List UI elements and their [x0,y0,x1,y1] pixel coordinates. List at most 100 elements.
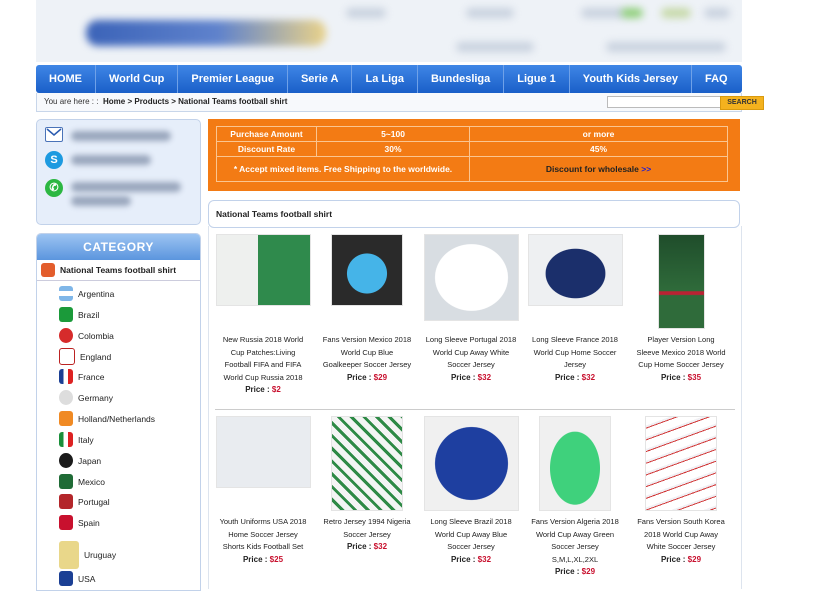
product-title-line: Fans Version Mexico 2018 [322,335,412,344]
price-value: $29 [687,554,702,564]
product-card[interactable]: Fans Version South Korea 2018 World Cup A… [629,416,733,566]
flag-icon [59,474,73,489]
mail-icon[interactable] [45,127,63,142]
product-price: Price : $32 [419,554,523,566]
product-title-line: Player Version Long [647,335,715,344]
product-title-line: Youth Uniforms USA 2018 [219,517,307,526]
main-navigation: HOME World Cup Premier League Serie A La Lig… [36,65,742,93]
product-card[interactable]: Long Sleeve France 2018 World Cup Home So… [523,234,627,384]
product-image[interactable] [657,234,705,329]
product-grid: New Russia 2018 World Cup Patches:Living F… [208,226,742,589]
category-item-label: Colombia [78,330,114,341]
category-item[interactable]: Argentina [59,286,114,301]
category-item[interactable]: England [59,348,111,365]
wholesale-link[interactable]: Discount for wholesale >> [469,156,728,182]
product-title[interactable]: Fans Version Algeria 2018 World Cup Away … [523,516,627,566]
nav-item-5[interactable]: Bundesliga [418,65,505,93]
category-item[interactable]: Mexico [59,474,105,489]
category-item-label: Brazil [78,309,100,320]
category-item[interactable]: Uruguay [59,541,116,569]
price-value: $29 [373,372,388,382]
product-image[interactable] [331,416,403,511]
product-title[interactable]: Long Sleeve France 2018 World Cup Home So… [523,334,627,372]
product-title[interactable]: Retro Jersey 1994 Nigeria Soccer Jersey [315,516,419,541]
product-image[interactable] [527,234,623,306]
category-item[interactable]: Brazil [59,307,99,322]
product-card[interactable]: Youth Uniforms USA 2018 Home Soccer Jerse… [211,416,315,566]
product-card[interactable]: New Russia 2018 World Cup Patches:Living F… [211,234,315,396]
product-card[interactable]: Long Sleeve Portugal 2018 World Cup Away … [419,234,523,384]
product-price: Price : $25 [211,554,315,566]
product-title-line: Shorts Kids Football Set [222,542,304,552]
breadcrumb-home-link[interactable]: Home [103,97,125,106]
search-input[interactable] [607,96,721,108]
breadcrumb: Home > Products > National Teams footbal… [103,97,287,106]
product-image[interactable] [423,234,519,321]
category-item[interactable]: Holland/Netherlands [59,411,155,426]
product-title[interactable]: Long Sleeve Portugal 2018 World Cup Away … [419,334,523,372]
site-logo[interactable] [86,20,326,46]
search-button[interactable]: SEARCH [720,96,764,110]
product-price: Price : $29 [523,566,627,578]
nav-item-6[interactable]: Ligue 1 [504,65,570,93]
whatsapp-icon[interactable]: ✆ [45,179,63,197]
nav-item-4[interactable]: La Liga [352,65,418,93]
product-title[interactable]: New Russia 2018 World Cup Patches:Living F… [211,334,315,384]
product-card[interactable]: Retro Jersey 1994 Nigeria Soccer Jersey Pr… [315,416,419,553]
product-title[interactable]: Fans Version Mexico 2018 World Cup Blue Go… [315,334,419,372]
price-value: $32 [373,542,388,552]
nav-item-2[interactable]: Premier League [178,65,288,93]
breadcrumb-separator: > [125,97,135,106]
product-title-line: Cup Home Soccer Jersey [638,360,724,370]
breadcrumb-bar: You are here : : Home > Products > Natio… [36,93,764,112]
product-title-line: Football FIFA and FIFA [224,360,302,370]
price-label: Price : [660,554,686,564]
category-item[interactable]: Colombia [59,328,114,343]
product-card[interactable]: Long Sleeve Brazil 2018 World Cup Away Bl… [419,416,523,566]
product-title[interactable]: Long Sleeve Brazil 2018 World Cup Away Bl… [419,516,523,554]
category-item[interactable]: Japan [59,453,101,468]
product-card[interactable]: Fans Version Algeria 2018 World Cup Away … [523,416,627,578]
product-image[interactable] [645,416,717,511]
category-section-label: National Teams football shirt [60,265,177,275]
product-title[interactable]: Fans Version South Korea 2018 World Cup A… [629,516,733,554]
category-section-link[interactable]: National Teams football shirt [37,260,200,281]
price-value: $29 [581,567,596,577]
nav-item-8[interactable]: FAQ [692,65,741,93]
category-item-label: Portugal [78,496,110,507]
category-item[interactable]: USA [59,571,95,586]
nav-item-0[interactable]: HOME [36,65,96,93]
price-label: Price : [450,372,476,382]
nav-item-3[interactable]: Serie A [288,65,353,93]
product-title[interactable]: Youth Uniforms USA 2018 Home Soccer Jerse… [211,516,315,554]
product-image[interactable] [215,234,311,306]
product-image[interactable] [423,416,519,511]
category-item-label: USA [78,573,96,584]
flag-icon [59,541,79,569]
product-title-line: Cup Patches:Living [230,347,296,357]
product-title-line: New Russia 2018 World [222,335,304,344]
product-card[interactable]: Fans Version Mexico 2018 World Cup Blue Go… [315,234,419,384]
category-item[interactable]: Portugal [59,494,110,509]
category-item[interactable]: Spain [59,515,100,530]
product-card[interactable]: Player Version Long Sleeve Mexico 2018 Wo… [629,234,733,384]
product-price: Price : $29 [629,554,733,566]
product-image[interactable] [331,234,403,306]
product-image[interactable] [215,416,311,488]
category-item[interactable]: Italy [59,432,94,447]
product-title-line: Jersey [563,360,587,370]
product-title-line: Long Sleeve Brazil 2018 [430,517,512,526]
product-title[interactable]: Player Version Long Sleeve Mexico 2018 Wo… [629,334,733,372]
nav-item-7[interactable]: Youth Kids Jersey [570,65,692,93]
flag-icon [59,515,73,530]
purchase-amount-tier1: 5~100 [316,126,470,142]
product-title-line: Soccer Jersey [447,542,495,552]
category-item[interactable]: France [59,369,104,384]
discount-rate-tier1: 30% [316,141,470,157]
price-label: Price : [346,372,372,382]
skype-icon[interactable]: S [45,151,63,169]
breadcrumb-products-link[interactable]: Products [134,97,169,106]
category-item[interactable]: Germany [59,390,113,405]
product-image[interactable] [539,416,611,511]
nav-item-1[interactable]: World Cup [96,65,179,93]
